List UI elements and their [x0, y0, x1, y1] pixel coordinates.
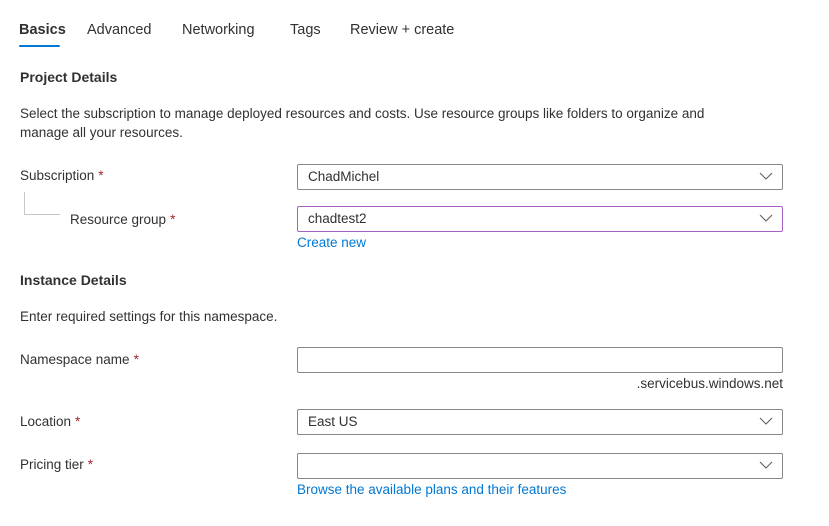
- tab-review-create[interactable]: Review + create: [350, 20, 454, 40]
- create-new-resource-group-link[interactable]: Create new: [297, 234, 366, 252]
- tree-connector-vertical: [24, 192, 25, 215]
- tab-basics[interactable]: Basics: [19, 20, 66, 40]
- location-dropdown[interactable]: East US: [297, 409, 783, 435]
- subscription-label-text: Subscription: [20, 168, 95, 183]
- location-label: Location *: [20, 413, 80, 431]
- instance-details-heading: Instance Details: [20, 272, 127, 288]
- resource-group-label: Resource group *: [70, 211, 175, 229]
- tab-tags[interactable]: Tags: [290, 20, 321, 40]
- namespace-name-input[interactable]: [297, 347, 783, 373]
- tab-advanced[interactable]: Advanced: [87, 20, 152, 40]
- pricing-tier-dropdown[interactable]: [297, 453, 783, 479]
- required-asterisk: *: [87, 457, 94, 472]
- required-asterisk: *: [98, 168, 104, 183]
- pricing-tier-label: Pricing tier *: [20, 456, 93, 474]
- location-label-text: Location: [20, 414, 72, 429]
- pricing-tier-label-text: Pricing tier: [20, 457, 84, 472]
- subscription-dropdown[interactable]: ChadMichel: [297, 164, 783, 190]
- chevron-down-icon: [759, 417, 773, 425]
- chevron-down-icon: [759, 214, 773, 222]
- subscription-label: Subscription *: [20, 167, 104, 185]
- resource-group-label-text: Resource group: [70, 212, 167, 227]
- namespace-domain-suffix: .servicebus.windows.net: [636, 376, 783, 391]
- project-details-description-line1: Select the subscription to manage deploy…: [20, 106, 705, 121]
- project-details-heading: Project Details: [20, 69, 118, 85]
- project-details-description-line2: manage all your resources.: [20, 125, 183, 140]
- tree-connector-horizontal: [24, 214, 60, 215]
- instance-details-description: Enter required settings for this namespa…: [20, 309, 278, 324]
- namespace-name-label: Namespace name *: [20, 351, 139, 369]
- tab-networking[interactable]: Networking: [182, 20, 255, 40]
- subscription-value: ChadMichel: [308, 169, 380, 184]
- required-asterisk: *: [75, 414, 81, 429]
- resource-group-dropdown[interactable]: chadtest2: [297, 206, 783, 232]
- chevron-down-icon: [759, 461, 773, 469]
- browse-plans-link[interactable]: Browse the available plans and their fea…: [297, 481, 566, 499]
- chevron-down-icon: [759, 172, 773, 180]
- resource-group-value: chadtest2: [308, 211, 367, 226]
- required-asterisk: *: [133, 352, 139, 367]
- namespace-name-label-text: Namespace name: [20, 352, 130, 367]
- active-tab-indicator: [19, 45, 60, 47]
- required-asterisk: *: [170, 212, 176, 227]
- location-value: East US: [308, 414, 358, 429]
